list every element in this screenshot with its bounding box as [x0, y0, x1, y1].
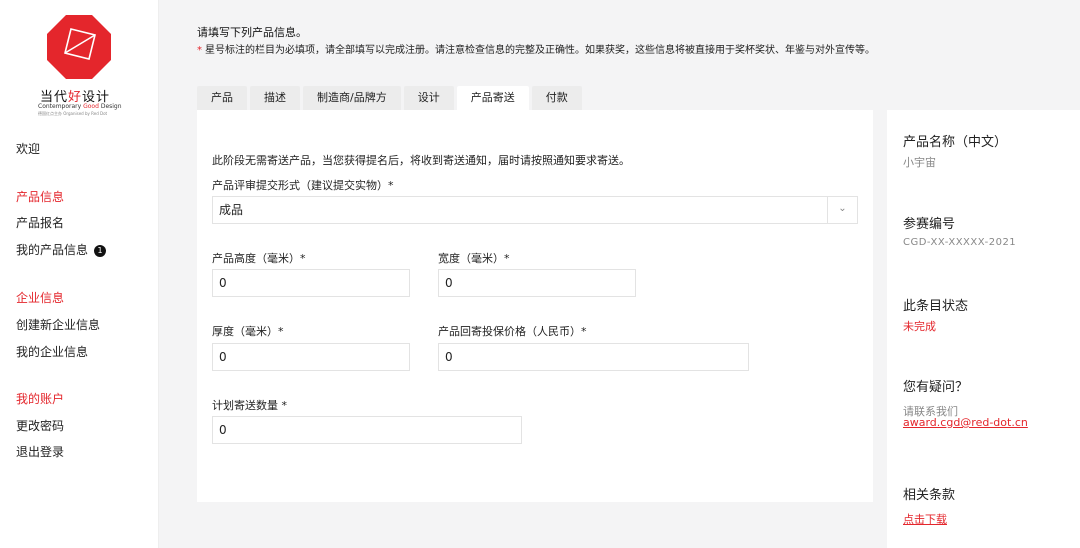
notice-title: 请填写下列产品信息。 [197, 26, 307, 39]
insured-value-input[interactable]: 0 [438, 343, 749, 371]
quantity-input[interactable]: 0 [212, 416, 522, 444]
entry-info-panel: 产品名称（中文） 小宇宙 参赛编号 CGD-XX-XXXXX-2021 此条目状… [887, 110, 1080, 548]
product-name-label: 产品名称（中文） [903, 135, 1008, 150]
quantity-label: 计划寄送数量 * [212, 399, 287, 412]
sidebar-item-change-password[interactable]: 更改密码 [16, 417, 64, 434]
ref-label: 参赛编号 [903, 217, 956, 232]
height-label: 产品高度（毫米）* [212, 252, 306, 265]
sidebar-item-create-company[interactable]: 创建新企业信息 [16, 316, 100, 333]
thickness-input[interactable]: 0 [212, 343, 410, 371]
submit-form-value: 成品 [219, 203, 244, 217]
width-input[interactable]: 0 [438, 269, 636, 297]
count-badge: 1 [94, 245, 107, 257]
width-label: 宽度（毫米）* [438, 252, 510, 265]
contact-email-link[interactable]: award.cgd@red-dot.cn [903, 416, 1028, 429]
tab-shipping[interactable]: 产品寄送 [456, 86, 529, 110]
terms-download-link[interactable]: 点击下载 [903, 511, 947, 527]
sidebar-item-my-products[interactable]: 我的产品信息 1 [16, 241, 107, 258]
tab-design[interactable]: 设计 [403, 86, 454, 110]
question-label: 您有疑问？ [903, 380, 969, 395]
sidebar-item-my-company[interactable]: 我的企业信息 [16, 343, 88, 360]
brand-logo[interactable]: 当代好设计 Contemporary Good Design 德国红点主办 Or… [36, 12, 126, 122]
sidebar-item-welcome[interactable]: 欢迎 [16, 140, 40, 157]
submit-form-select[interactable]: 成品 ⌄ [212, 196, 858, 224]
required-star: * [197, 45, 202, 56]
height-input[interactable]: 0 [212, 269, 410, 297]
sidebar-section-product: 产品信息 [16, 190, 65, 204]
sidebar-item-product-signup[interactable]: 产品报名 [16, 214, 64, 231]
sidebar-section-company: 企业信息 [16, 291, 65, 305]
form-tabs: 产品 描述 制造商/品牌方 设计 产品寄送 付款 [197, 86, 582, 110]
sidebar-item-logout[interactable]: 退出登录 [16, 443, 64, 460]
product-name-value: 小宇宙 [903, 156, 936, 169]
brand-name-en: Contemporary Good Design [38, 103, 122, 110]
notice-text: * 星号标注的栏目为必填项，请全部填写以完成注册。请注意检查信息的完整及正确性。如… [197, 41, 875, 56]
tab-description[interactable]: 描述 [250, 86, 300, 110]
tab-payment[interactable]: 付款 [531, 86, 582, 110]
logo-mark-icon [47, 15, 111, 79]
brand-organiser: 德国红点主办 Organised by Red Dot [38, 111, 108, 116]
submit-form-label: 产品评审提交形式（建议提交实物）* [212, 179, 394, 192]
status-label: 此条目状态 [903, 299, 969, 314]
tab-manufacturer[interactable]: 制造商/品牌方 [303, 86, 401, 110]
shipping-intro: 此阶段无需寄送产品，当您获得提名后，将收到寄送通知，届时请按照通知要求寄送。 [212, 154, 630, 167]
insured-value-label: 产品回寄投保价格（人民币）* [438, 325, 587, 338]
sidebar: 当代好设计 Contemporary Good Design 德国红点主办 Or… [0, 0, 159, 548]
status-value: 未完成 [903, 320, 936, 333]
chevron-down-icon[interactable]: ⌄ [827, 197, 857, 223]
notice-body: 星号标注的栏目为必填项，请全部填写以完成注册。请注意检查信息的完整及正确性。如果… [205, 45, 875, 56]
terms-label: 相关条款 [903, 488, 956, 503]
thickness-label: 厚度（毫米）* [212, 325, 284, 338]
sidebar-section-account: 我的账户 [16, 392, 65, 406]
shipping-form-panel: 此阶段无需寄送产品，当您获得提名后，将收到寄送通知，届时请按照通知要求寄送。 产… [197, 110, 873, 502]
ref-value: CGD-XX-XXXXX-2021 [903, 237, 1017, 248]
tab-product[interactable]: 产品 [197, 86, 247, 110]
sidebar-item-label: 我的产品信息 [16, 243, 89, 257]
